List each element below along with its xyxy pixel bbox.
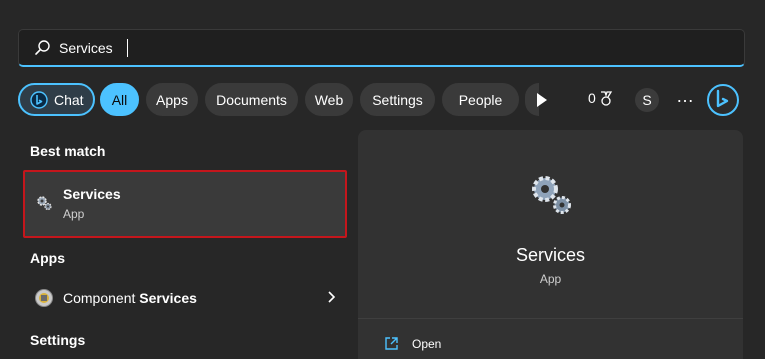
avatar-initial: S [642, 92, 652, 108]
chat-filter-button[interactable]: Chat [18, 83, 95, 116]
filter-apps-label: Apps [156, 91, 188, 108]
filter-bar: Chat All Apps Documents Web Settings Peo… [18, 83, 748, 117]
label-prefix: Component [63, 290, 140, 306]
chevron-right-icon[interactable] [326, 290, 336, 304]
best-match-title: Services [63, 186, 121, 202]
filter-settings[interactable]: Settings [360, 83, 435, 116]
search-input[interactable] [59, 36, 719, 60]
rewards-points[interactable]: 0 [588, 90, 613, 106]
filter-all[interactable]: All [100, 83, 139, 116]
filter-all-label: All [111, 91, 128, 108]
component-services-label: Component Services [63, 290, 197, 306]
filter-documents[interactable]: Documents [205, 83, 298, 116]
filter-documents-label: Documents [216, 91, 287, 108]
rewards-medal-icon [600, 90, 612, 106]
account-avatar[interactable]: S [635, 88, 659, 112]
filter-people[interactable]: People [442, 83, 519, 116]
play-icon[interactable] [535, 92, 549, 108]
bing-button[interactable] [707, 84, 739, 116]
gears-icon [532, 176, 571, 214]
search-icon [35, 40, 50, 55]
open-external-icon [385, 337, 398, 350]
text-caret [127, 39, 128, 57]
filter-web[interactable]: Web [305, 83, 353, 116]
preview-title: Services [515, 245, 586, 265]
more-options-label: … [676, 86, 694, 106]
open-label: Open [412, 336, 442, 351]
filter-web-label: Web [314, 91, 344, 108]
preview-subtitle: App [539, 272, 562, 286]
settings-heading: Settings [30, 332, 86, 348]
best-match-subtitle: App [63, 207, 85, 221]
component-services-icon [35, 289, 53, 307]
best-match-result[interactable]: Services App [23, 170, 347, 238]
points-value: 0 [588, 90, 596, 106]
open-action[interactable]: Open [384, 336, 441, 351]
label-match: Services [139, 290, 197, 306]
divider [358, 318, 743, 319]
filter-people-label: People [458, 91, 503, 108]
bing-logo-icon [716, 89, 729, 108]
best-match-heading: Best match [30, 143, 106, 159]
start-search-window: Chat All Apps Documents Web Settings Peo… [0, 0, 765, 359]
gears-icon [37, 196, 52, 211]
more-options-button[interactable]: … [675, 86, 695, 109]
preview-panel: Services App Open [358, 130, 743, 359]
search-box[interactable] [18, 29, 745, 67]
filter-apps[interactable]: Apps [146, 83, 198, 116]
chat-label: Chat [54, 91, 84, 108]
list-item[interactable]: Component Services [22, 282, 342, 314]
filter-settings-label: Settings [372, 91, 423, 108]
bing-chat-icon [30, 90, 48, 109]
apps-heading: Apps [30, 250, 65, 266]
